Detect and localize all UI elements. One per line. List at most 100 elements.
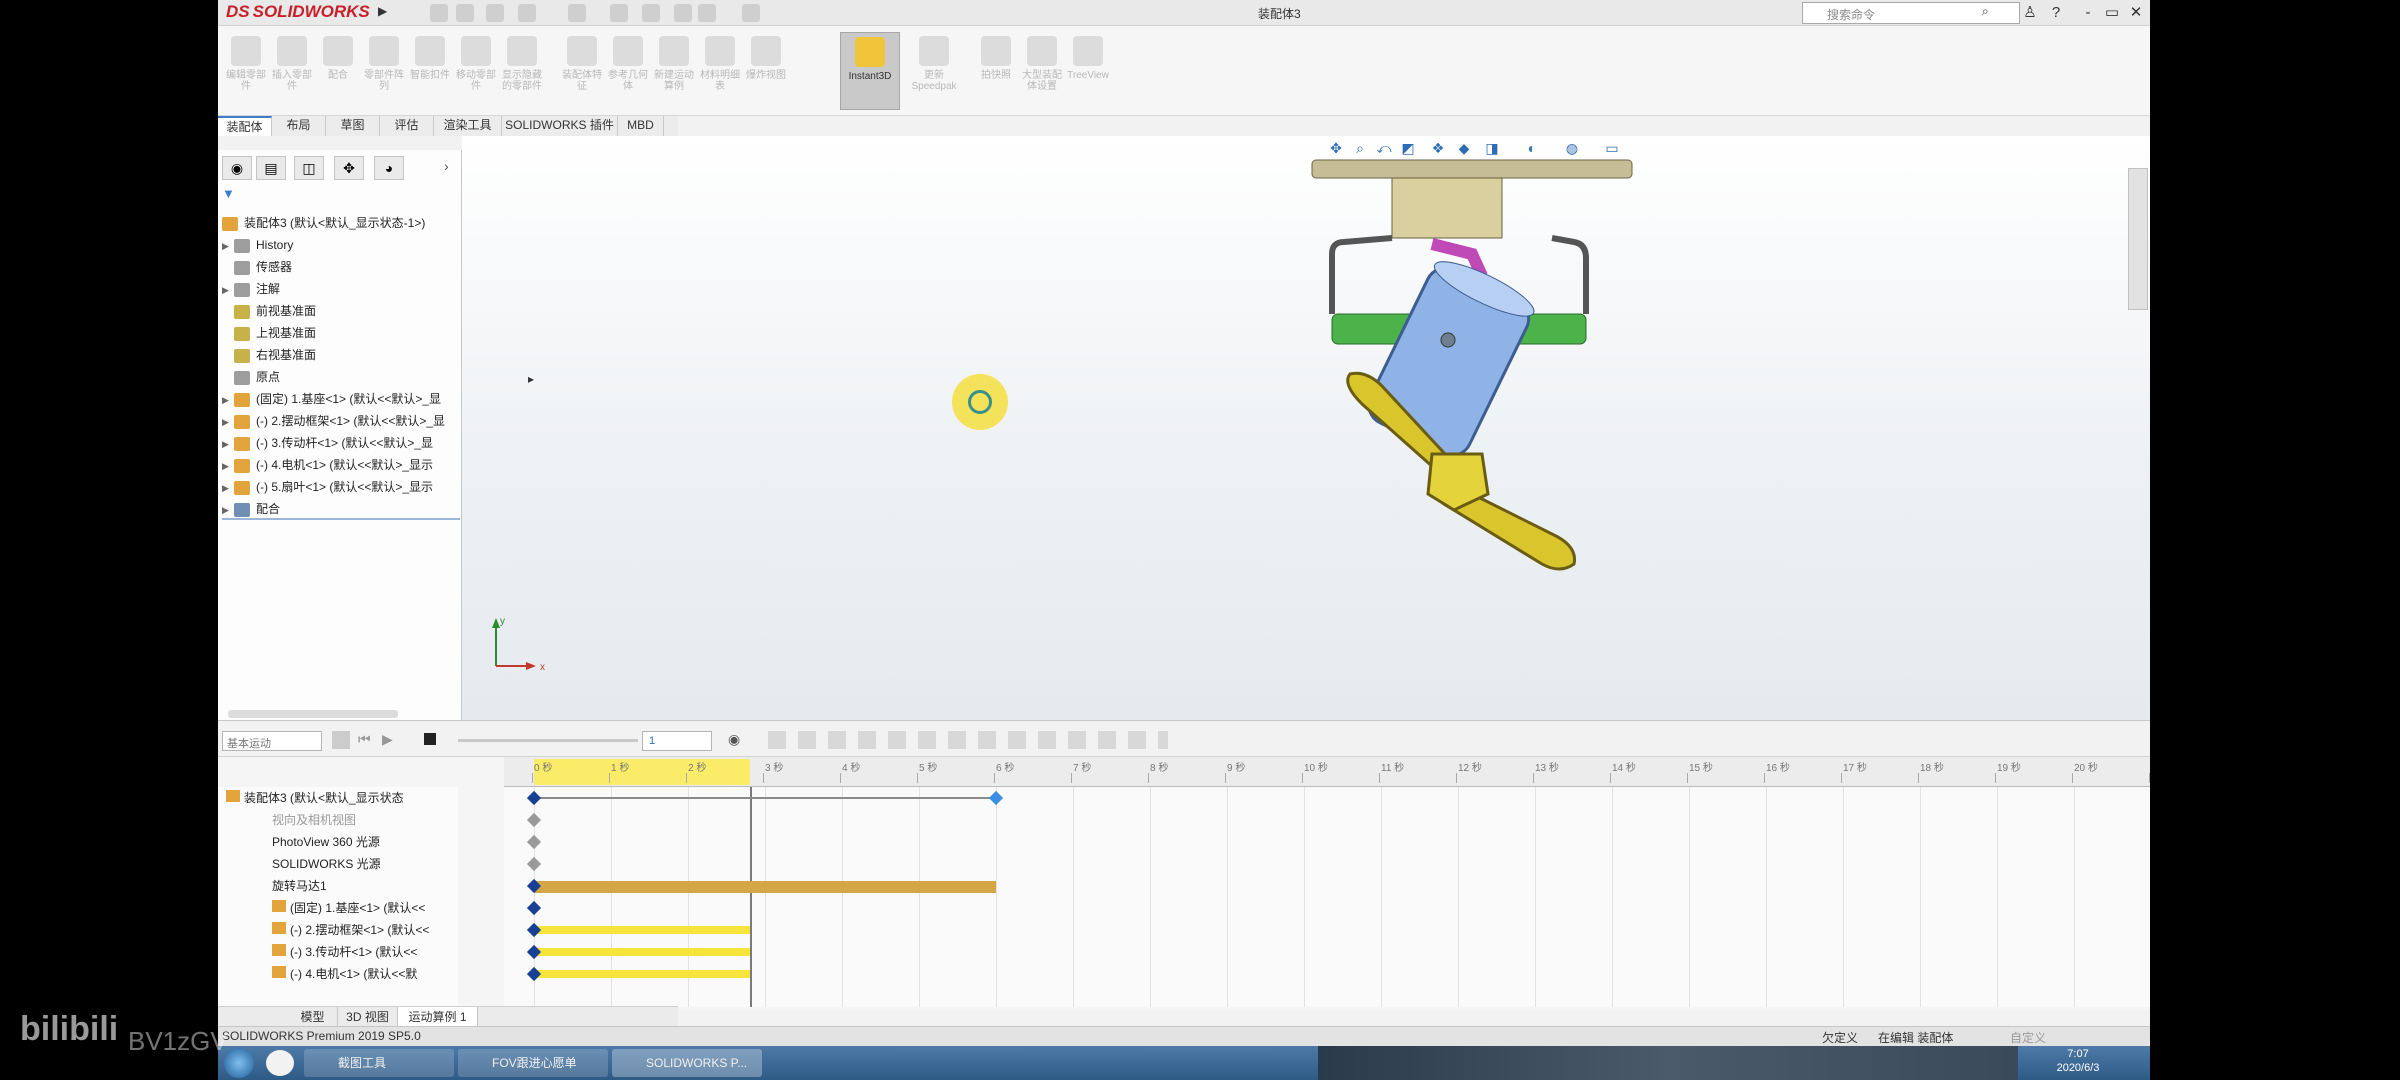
tree-item-mates[interactable]: ▶ 配合 — [222, 498, 460, 520]
component-pattern-button[interactable]: 零部件阵列 — [362, 32, 406, 110]
component-track-bar[interactable] — [534, 970, 750, 978]
bill-of-materials-button[interactable]: 材料明细表 — [698, 32, 742, 110]
undo-icon[interactable] — [610, 4, 628, 22]
tree-item-base[interactable]: ▶ (固定) 1.基座<1> (默认<<默认>_显 — [222, 388, 460, 410]
keypoint-marker[interactable] — [526, 834, 542, 850]
move-component-button[interactable]: 移动零部件 — [454, 32, 498, 110]
edit-component-button[interactable]: 编辑零部件 — [224, 32, 268, 110]
status-custom[interactable]: 自定义 — [2010, 1029, 2046, 1046]
graphics-viewport[interactable]: ✥ ⌕ ⤺ ◩ ❖ ◆ ◨ ◐ ◍ ▭ ◻ ◻ ─ ◻ ✕ ▸ — [462, 136, 2150, 720]
tab-layout[interactable]: 布局 — [272, 116, 326, 136]
tree-root[interactable]: 装配体3 (默认<默认_显示状态-1>) — [222, 212, 460, 234]
tree-item-origin[interactable]: 原点 — [222, 366, 460, 388]
timeline-playhead[interactable] — [749, 787, 752, 1007]
tree-item-fan-blade[interactable]: ▶ (-) 5.扇叶<1> (默认<<默认>_显示 — [222, 476, 460, 498]
panel-scrollbar[interactable] — [228, 710, 398, 718]
motion-tree-base[interactable]: (固定) 1.基座<1> (默认<< — [272, 897, 504, 919]
end-keypoint-marker[interactable] — [988, 790, 1004, 806]
insert-component-button[interactable]: 插入零部件 — [270, 32, 314, 110]
motion-tree-drive-rod[interactable]: (-) 3.传动杆<1> (默认<< — [272, 941, 504, 963]
reference-geometry-button[interactable]: 参考几何体 — [606, 32, 650, 110]
user-icon[interactable]: ♙ — [2018, 2, 2042, 24]
smart-fasteners-button[interactable]: 智能扣件 — [408, 32, 452, 110]
new-motion-study-button[interactable]: 新建运动算例 — [652, 32, 696, 110]
featuremanager-tab-icon[interactable]: ◉ — [222, 156, 252, 180]
instant3d-button[interactable]: Instant3D — [840, 32, 900, 110]
component-track-bar[interactable] — [534, 926, 750, 934]
timeline-slider[interactable] — [458, 739, 638, 742]
save-icon[interactable] — [518, 4, 536, 22]
show-hidden-button[interactable]: 显示隐藏的零部件 — [500, 32, 544, 110]
play-from-start-icon[interactable]: ⏮ — [358, 731, 371, 748]
tree-item-front-plane[interactable]: 前视基准面 — [222, 300, 460, 322]
tree-item-drive-rod[interactable]: ▶ (-) 3.传动杆<1> (默认<<默认>_显 — [222, 432, 460, 454]
rotary-motor-track-bar[interactable] — [534, 881, 996, 893]
taskbar-snipping-tool[interactable]: 截图工具 — [304, 1049, 454, 1077]
new-document-icon[interactable] — [456, 4, 474, 22]
clock-date[interactable]: 2020/6/3 — [2048, 1062, 2108, 1074]
clock-time[interactable]: 7:07 — [2048, 1048, 2108, 1060]
calculate-icon[interactable] — [332, 731, 350, 749]
start-button[interactable] — [224, 1048, 254, 1078]
assembly-features-button[interactable]: 装配体特征 — [560, 32, 604, 110]
motion-tree-rotary-motor[interactable]: 旋转马达1 — [272, 875, 504, 897]
file-properties-icon[interactable] — [698, 4, 716, 22]
timeline-ruler[interactable]: 0 秒 1 秒 2 秒 3 秒 4 秒 5 秒 6 秒 7 秒 8 秒 9 秒 10 秒 11 秒 12… — [504, 757, 2150, 787]
propertymanager-tab-icon[interactable]: ▤ — [256, 156, 286, 180]
configurationmanager-tab-icon[interactable]: ◫ — [294, 156, 324, 180]
panel-expand-icon[interactable]: › — [444, 158, 449, 174]
keypoint-marker[interactable] — [526, 812, 542, 828]
tab-evaluate[interactable]: 评估 — [380, 116, 434, 136]
close-button[interactable]: ✕ — [2124, 2, 2148, 24]
tab-render-tools[interactable]: 渲染工具 — [434, 116, 502, 136]
tab-mbd[interactable]: MBD — [618, 116, 664, 136]
motion-tree-motor[interactable]: (-) 4.电机<1> (默认<<默 — [272, 963, 504, 985]
dimxpert-tab-icon[interactable]: ✥ — [334, 156, 364, 180]
play-icon[interactable]: ▶ — [382, 731, 393, 748]
study-type-select[interactable]: 基本运动 — [222, 731, 322, 751]
motion-tree-solidworks-lights[interactable]: SOLIDWORKS 光源 — [272, 853, 504, 875]
tree-item-history[interactable]: ▶ History — [222, 234, 460, 256]
tree-item-right-plane[interactable]: 右视基准面 — [222, 344, 460, 366]
timeline-area[interactable] — [504, 787, 2150, 1007]
keypoint-marker[interactable] — [526, 790, 542, 806]
tab-motion-study-1[interactable]: 运动算例 1 — [398, 1007, 478, 1027]
update-speedpak-button[interactable]: 更新Speedpak — [908, 32, 960, 110]
taskbar-folder[interactable]: FOV跟进心愿单 — [458, 1049, 608, 1077]
menu-expand-icon[interactable]: ▶ — [378, 4, 390, 22]
tree-item-swing-frame[interactable]: ▶ (-) 2.摆动框架<1> (默认<<默认>_显 — [222, 410, 460, 432]
tree-item-annotations[interactable]: ▶ 注解 — [222, 278, 460, 300]
restore-button[interactable]: ▭ — [2100, 2, 2124, 24]
display-manager-tab-icon[interactable]: ◕ — [374, 156, 404, 180]
tab-solidworks-addins[interactable]: SOLIDWORKS 插件 — [502, 116, 618, 136]
taskbar-solidworks[interactable]: SOLIDWORKS P... — [612, 1049, 762, 1077]
search-icon[interactable]: ⌕ — [1982, 4, 1989, 19]
help-button[interactable]: ? — [2044, 2, 2068, 24]
task-pane-icons[interactable] — [2128, 168, 2148, 310]
save-animation-icon[interactable]: ◉ — [728, 731, 740, 748]
motion-tool-icons[interactable] — [768, 731, 1168, 749]
exploded-view-button[interactable]: 爆炸视图 — [744, 32, 788, 110]
options-gear-icon[interactable] — [742, 4, 760, 22]
tree-item-sensors[interactable]: 传感器 — [222, 256, 460, 278]
component-track-bar[interactable] — [534, 948, 750, 956]
filter-icon[interactable]: ▼ — [222, 186, 235, 201]
keypoint-marker[interactable] — [526, 856, 542, 872]
playback-speed-select[interactable]: 1 — [642, 731, 712, 751]
print-icon[interactable] — [568, 4, 586, 22]
open-icon[interactable] — [486, 4, 504, 22]
motion-tree-root[interactable]: 装配体3 (默认<默认_显示状态 — [226, 787, 458, 809]
stop-icon[interactable] — [424, 733, 436, 745]
select-icon[interactable] — [642, 4, 660, 22]
minimize-button[interactable]: - — [2076, 2, 2100, 24]
motion-tree-swing-frame[interactable]: (-) 2.摆动框架<1> (默认<< — [272, 919, 504, 941]
fan-assembly-model[interactable] — [1182, 154, 1662, 624]
keypoint-marker[interactable] — [526, 900, 542, 916]
rebuild-icon[interactable] — [674, 4, 692, 22]
large-assembly-settings-button[interactable]: 大型装配体设置 — [1020, 32, 1064, 110]
tree-item-motor[interactable]: ▶ (-) 4.电机<1> (默认<<默认>_显示 — [222, 454, 460, 476]
home-icon[interactable] — [430, 4, 448, 22]
tab-assembly[interactable]: 装配体 — [218, 116, 272, 136]
solidworks-logo[interactable]: DS SOLIDWORKS — [226, 2, 386, 24]
tab-model[interactable]: 模型 — [288, 1007, 338, 1027]
